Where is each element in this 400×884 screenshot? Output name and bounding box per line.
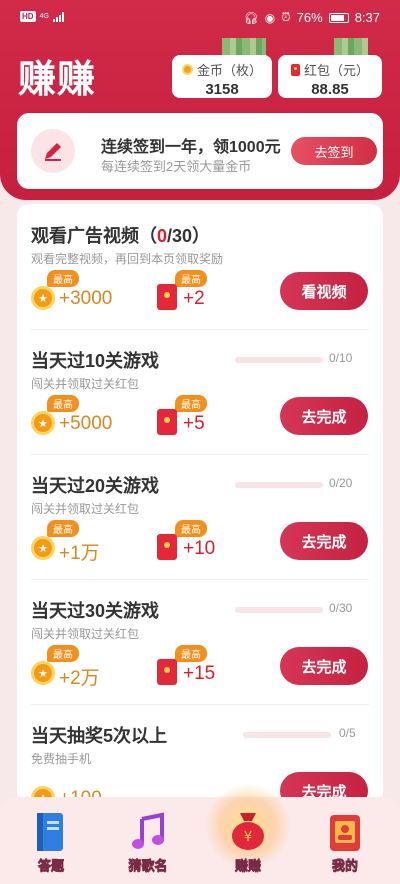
status-left: HD 4G — [20, 11, 64, 22]
task-level-30: 当天过30关游戏 闯关并领取过关红包 0/30 最高 ★ +2万 最高 +15 … — [17, 579, 383, 704]
red-envelope-icon — [157, 409, 177, 435]
max-tag: 最高 — [175, 270, 207, 287]
max-tag: 最高 — [175, 520, 207, 537]
signal-icon — [52, 11, 64, 22]
alarm-icon: ⏰︎ — [281, 10, 291, 24]
redacted-area — [222, 38, 266, 56]
max-tag: 最高 — [47, 520, 79, 537]
nav-item-earn[interactable]: ¥ 赚赚 — [205, 783, 291, 881]
battery-icon — [328, 12, 349, 23]
signin-subtitle: 每连续签到2天领大量金币 — [101, 159, 252, 174]
redacted-area — [334, 38, 368, 56]
coin-reward-value: +3000 — [59, 288, 113, 309]
hongbao-reward-value: +2 — [183, 288, 205, 309]
coin-balance-card[interactable]: 金币（枚） 3158 — [172, 55, 272, 98]
progress-bar — [243, 732, 331, 738]
status-right: 🎧︎ ◉ ⏰︎ 76% 8:37 — [244, 10, 380, 25]
task-title-suffix: /30） — [167, 226, 211, 246]
book-icon — [37, 813, 63, 851]
task-title: 当天过20关游戏 — [31, 476, 160, 496]
eye-icon: ◉ — [264, 10, 276, 25]
task-title: 观看广告视频（0/30） — [31, 222, 210, 248]
hongbao-reward-value: +5 — [183, 413, 205, 434]
red-envelope-icon — [290, 63, 300, 76]
headphone-icon: 🎧︎ — [243, 10, 259, 25]
coin-balance-label-row: 金币（枚） — [172, 60, 272, 79]
signin-icon-wrap — [31, 129, 75, 173]
progress-bar — [235, 482, 323, 488]
status-bar: HD 4G 🎧︎ ◉ ⏰︎ 76% 8:37 — [0, 0, 400, 36]
task-title-count: 0 — [157, 226, 168, 246]
clock: 8:37 — [354, 10, 380, 25]
red-envelope-icon — [157, 659, 177, 685]
progress-text: 0/20 — [329, 476, 353, 490]
task-subtitle: 闯关并领取过关红包 — [31, 502, 140, 516]
signin-button[interactable]: 去签到 — [291, 137, 377, 165]
nav-item-quiz[interactable]: 答题 — [16, 811, 86, 881]
coin-reward-value: +2万 — [59, 668, 100, 689]
hongbao-balance-label: 红包（元） — [303, 63, 369, 78]
task-title-prefix: 观看广告视频（ — [31, 226, 157, 246]
profile-card-icon — [330, 815, 360, 851]
hongbao-reward-value: +15 — [183, 663, 216, 684]
nav-item-mine[interactable]: 我的 — [310, 811, 380, 881]
task-title: 当天过30关游戏 — [31, 601, 160, 621]
red-envelope-icon — [157, 284, 177, 310]
coin-icon: ★ — [31, 411, 55, 435]
coin-reward-value: +1万 — [59, 543, 100, 564]
nav-label: 猜歌名 — [128, 858, 168, 874]
max-tag: 最高 — [47, 395, 79, 412]
task-level-20: 当天过20关游戏 闯关并领取过关红包 0/20 最高 ★ +1万 最高 +10 … — [17, 454, 383, 579]
progress-bar — [235, 357, 323, 363]
hongbao-balance-card[interactable]: 红包（元） 88.85 — [278, 55, 382, 98]
red-envelope-icon — [157, 534, 177, 560]
nav-label: 答题 — [37, 858, 65, 874]
nav-item-guess-song[interactable]: 猜歌名 — [113, 811, 183, 881]
pencil-icon — [45, 143, 61, 161]
task-list: 观看广告视频（0/30） 观看完整视频，再回到本页领取奖励 最高 ★ +3000… — [17, 204, 383, 824]
nav-label: 赚赚 — [234, 858, 262, 874]
signin-card: 连续签到一年，领1000元 每连续签到2天领大量金币 去签到 — [17, 113, 383, 189]
coin-reward-value: +5000 — [59, 413, 113, 434]
coin-icon: ★ — [31, 286, 55, 310]
task-subtitle: 免费抽手机 — [31, 752, 92, 766]
complete-button[interactable]: 去完成 — [280, 522, 368, 560]
nav-label: 我的 — [331, 858, 359, 874]
money-bag-icon: ¥ — [232, 813, 264, 850]
task-title: 当天抽奖5次以上 — [31, 726, 168, 746]
coin-icon: ★ — [31, 661, 55, 685]
progress-bar — [235, 607, 323, 613]
task-watch-video: 观看广告视频（0/30） 观看完整视频，再回到本页领取奖励 最高 ★ +3000… — [17, 204, 383, 329]
max-tag: 最高 — [47, 645, 79, 662]
hd-badge: HD — [20, 11, 36, 22]
hongbao-balance-value: 88.85 — [311, 81, 349, 98]
signin-title: 连续签到一年，领1000元 — [101, 139, 281, 156]
progress-text: 0/30 — [329, 601, 353, 615]
task-subtitle: 闯关并领取过关红包 — [31, 627, 140, 641]
battery-percent: 76% — [296, 10, 323, 25]
page-title: 赚赚 — [18, 59, 97, 101]
max-tag: 最高 — [175, 645, 207, 662]
task-level-10: 当天过10关游戏 闯关并领取过关红包 0/10 最高 ★ +5000 最高 +5… — [17, 329, 383, 454]
svg-text:¥: ¥ — [244, 830, 252, 845]
progress-text: 0/10 — [329, 351, 353, 365]
complete-button[interactable]: 去完成 — [280, 647, 368, 685]
coin-balance-label: 金币（枚） — [196, 63, 262, 78]
hongbao-balance-label-row: 红包（元） — [278, 60, 382, 79]
coin-icon: ★ — [31, 536, 55, 560]
max-tag: 最高 — [175, 395, 207, 412]
task-subtitle: 闯关并领取过关红包 — [31, 377, 140, 391]
watch-video-button[interactable]: 看视频 — [280, 272, 368, 310]
progress-text: 0/5 — [339, 726, 356, 740]
network-type: 4G — [39, 13, 49, 20]
music-note-icon — [132, 812, 164, 849]
task-title: 当天过10关游戏 — [31, 351, 160, 371]
coin-balance-value: 3158 — [205, 81, 239, 98]
hongbao-reward-value: +10 — [183, 538, 216, 559]
complete-button[interactable]: 去完成 — [280, 397, 368, 435]
bottom-nav: 答题 猜歌名 ¥ 赚赚 我的 — [0, 783, 400, 884]
coin-icon — [181, 64, 193, 75]
task-subtitle: 观看完整视频，再回到本页领取奖励 — [31, 252, 224, 266]
max-tag: 最高 — [47, 270, 79, 287]
